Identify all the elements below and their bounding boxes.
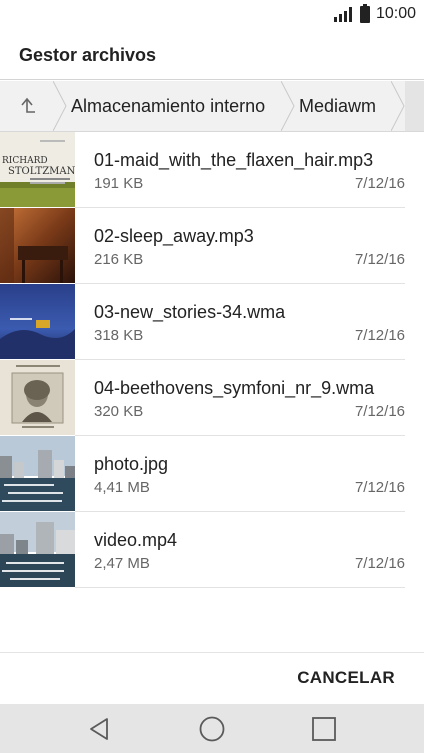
file-name: 03-new_stories-34.wma xyxy=(94,302,286,322)
file-name: 01-maid_with_the_flaxen_hair.mp3 xyxy=(94,150,374,170)
harbor-video-thumbnail xyxy=(0,512,75,587)
divider xyxy=(75,587,405,588)
arrow-up-icon xyxy=(20,97,35,113)
home-button[interactable] xyxy=(182,704,242,753)
file-name: 02-sleep_away.mp3 xyxy=(94,226,254,246)
breadcrumb-item-label: Mediawm xyxy=(299,95,377,116)
file-date: 7/12/16 xyxy=(354,479,405,496)
status-bar: 10:00 xyxy=(0,0,424,30)
album-sleep-away-thumbnail xyxy=(0,208,75,283)
file-size: 2,47 MB xyxy=(94,555,150,572)
file-date: 7/12/16 xyxy=(354,555,405,572)
action-bar: CANCELAR xyxy=(0,652,424,704)
file-size: 4,41 MB xyxy=(94,479,150,496)
home-icon xyxy=(199,716,225,741)
list-item[interactable]: RICHARD STOLTZMAN 01-maid_with_the_flaxe… xyxy=(0,132,424,208)
breadcrumb: Almacenamiento interno Mediawm xyxy=(0,81,424,132)
page-title: Gestor archivos xyxy=(19,45,157,65)
battery-icon xyxy=(359,3,370,23)
app-bar: Gestor archivos xyxy=(0,30,424,80)
breadcrumb-item-mediawm[interactable]: Mediawm xyxy=(281,81,405,131)
cancel-button[interactable]: CANCELAR xyxy=(297,668,395,688)
file-list: RICHARD STOLTZMAN 01-maid_with_the_flaxe… xyxy=(0,132,424,588)
list-item[interactable]: 04-beethovens_symfoni_nr_9.wma 320 KB 7/… xyxy=(0,360,424,436)
signal-icon xyxy=(333,6,352,22)
svg-text:RICHARD: RICHARD xyxy=(2,156,48,166)
file-date: 7/12/16 xyxy=(354,251,405,268)
breadcrumb-item-internal-storage[interactable]: Almacenamiento interno xyxy=(53,81,295,131)
status-icons: 10:00 xyxy=(333,3,416,23)
svg-text:STOLTZMAN: STOLTZMAN xyxy=(8,166,75,177)
file-name: 04-beethovens_symfoni_nr_9.wma xyxy=(94,378,375,398)
recents-icon xyxy=(312,716,336,741)
file-size: 216 KB xyxy=(94,251,144,268)
file-size: 191 KB xyxy=(94,175,144,192)
file-name: photo.jpg xyxy=(94,454,169,474)
file-size: 320 KB xyxy=(94,403,144,420)
harbor-photo-thumbnail xyxy=(0,436,75,511)
list-item[interactable]: photo.jpg 4,41 MB 7/12/16 xyxy=(0,436,424,512)
file-size: 318 KB xyxy=(94,327,144,344)
list-item[interactable]: 02-sleep_away.mp3 216 KB 7/12/16 xyxy=(0,208,424,284)
up-folder-button[interactable] xyxy=(0,81,67,131)
album-new-stories-thumbnail xyxy=(0,284,75,359)
list-item[interactable]: 03-new_stories-34.wma 318 KB 7/12/16 xyxy=(0,284,424,360)
back-button[interactable] xyxy=(70,704,130,753)
navigation-bar xyxy=(0,704,424,753)
breadcrumb-tail xyxy=(405,81,424,131)
recents-button[interactable] xyxy=(294,704,354,753)
breadcrumb-separator xyxy=(281,81,295,131)
back-icon xyxy=(90,717,108,740)
breadcrumb-separator xyxy=(391,81,405,131)
breadcrumb-item-label: Almacenamiento interno xyxy=(71,95,266,116)
file-date: 7/12/16 xyxy=(354,403,405,420)
file-name: video.mp4 xyxy=(94,530,178,550)
status-time: 10:00 xyxy=(375,5,416,22)
album-beethoven-thumbnail xyxy=(0,360,75,435)
file-date: 7/12/16 xyxy=(354,175,405,192)
list-item[interactable]: video.mp4 2,47 MB 7/12/16 xyxy=(0,512,424,588)
breadcrumb-separator xyxy=(53,81,67,131)
album-richard-stoltzman-thumbnail: RICHARD STOLTZMAN xyxy=(0,132,75,207)
file-date: 7/12/16 xyxy=(354,327,405,344)
